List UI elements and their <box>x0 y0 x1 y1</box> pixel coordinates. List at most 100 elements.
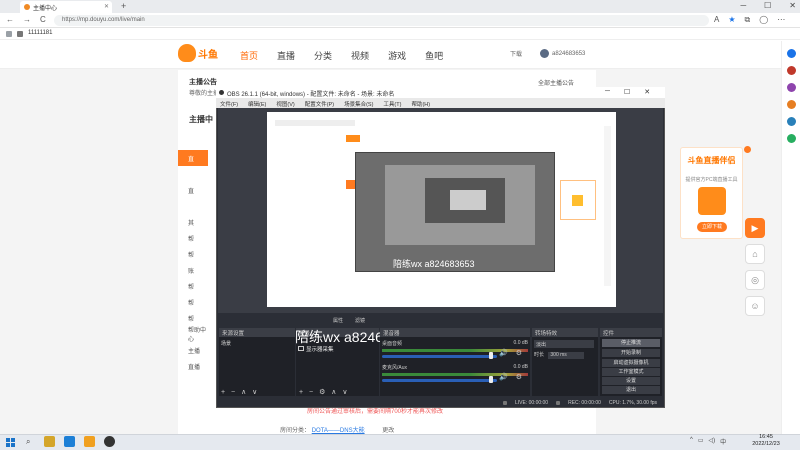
network-icon[interactable]: ▭ <box>698 437 704 446</box>
nav-fishbar[interactable]: 鱼吧 <box>425 49 443 62</box>
maximize-icon[interactable]: ☐ <box>764 1 771 10</box>
nav-home[interactable]: 首页 <box>240 49 258 62</box>
sidebar-item[interactable] <box>178 166 208 182</box>
sidebar-item[interactable]: 直 <box>178 182 208 198</box>
minimize-icon[interactable]: ─ <box>740 1 746 10</box>
sidebar-item[interactable]: 主播 <box>178 342 208 358</box>
speaker-icon[interactable]: 🔊 <box>499 373 508 381</box>
sidebar-item[interactable]: 其 <box>178 214 208 230</box>
studio-mode-button[interactable]: 工作室模式 <box>602 368 660 376</box>
menu-tools[interactable]: 工具(T) <box>383 100 401 108</box>
sidebar-item[interactable] <box>178 198 208 214</box>
office-icon[interactable] <box>786 100 796 109</box>
start-button[interactable] <box>6 438 15 447</box>
menu-scene-collection[interactable]: 场景集合(S) <box>344 100 373 108</box>
stop-streaming-button[interactable]: 停止推流 <box>602 339 660 347</box>
obs-maximize-icon[interactable]: ☐ <box>624 88 630 96</box>
douyu-app-icon[interactable] <box>84 436 95 447</box>
home-icon[interactable]: ⌂ <box>745 244 765 264</box>
sidebar-item[interactable] <box>178 134 208 150</box>
obs-app-icon[interactable] <box>104 436 115 447</box>
games-icon[interactable] <box>786 134 796 143</box>
outlook-icon[interactable] <box>786 117 796 126</box>
sidebar-item[interactable]: 帮助中心 <box>178 326 208 343</box>
reload-icon[interactable]: C <box>40 15 46 24</box>
volume-slider[interactable] <box>382 355 497 358</box>
url-input[interactable]: https://mp.douyu.com/live/main <box>54 15 709 26</box>
start-recording-button[interactable]: 开始录制 <box>602 349 660 357</box>
nav-category[interactable]: 分类 <box>314 49 332 62</box>
nav-video[interactable]: 视频 <box>351 49 369 62</box>
app-icon[interactable]: ◎ <box>745 270 765 290</box>
properties-tab[interactable]: 属性 <box>333 317 343 324</box>
close-tab-icon[interactable]: ✕ <box>104 3 109 10</box>
duration-input[interactable]: 300 ms <box>548 352 585 359</box>
menu-profile[interactable]: 配置文件(P) <box>305 100 334 108</box>
settings-gear-icon[interactable]: ⚙ <box>516 349 522 357</box>
profile-icon[interactable]: ◯ <box>759 15 768 25</box>
scene-item[interactable]: 场景 <box>221 340 231 347</box>
back-icon[interactable]: ← <box>6 15 14 24</box>
volume-icon[interactable]: ◁) <box>709 437 716 446</box>
menu-view[interactable]: 视图(V) <box>276 100 294 108</box>
exit-button[interactable]: 退出 <box>602 386 660 394</box>
collections-icon[interactable]: ⧉ <box>745 15 751 25</box>
edge-icon[interactable] <box>64 436 75 447</box>
bookmark-item[interactable]: 11111181 <box>28 30 52 36</box>
user-menu[interactable]: a824683653 <box>540 49 585 58</box>
all-announcements-link[interactable]: 全部主播公告 <box>538 78 574 87</box>
search-icon[interactable] <box>786 49 796 58</box>
sidebar-item[interactable]: 直播 <box>178 358 208 374</box>
support-icon[interactable]: ☺ <box>745 296 765 316</box>
play-icon[interactable]: ▶ <box>745 218 765 238</box>
favorite-star-icon[interactable]: ★ <box>728 15 735 25</box>
speaker-icon[interactable]: 🔊 <box>499 349 508 357</box>
tools-icon[interactable] <box>786 83 796 92</box>
nav-games[interactable]: 游戏 <box>388 49 406 62</box>
download-link[interactable]: 下载 <box>510 49 522 58</box>
sidebar-item[interactable]: 帮 <box>178 230 208 246</box>
more-icon[interactable]: ⋯ <box>777 15 785 25</box>
menu-edit[interactable]: 编辑(E) <box>248 100 266 108</box>
virtual-camera-button[interactable]: 启动虚拟摄像机 <box>602 359 660 367</box>
filters-tab[interactable]: 滤镜 <box>355 317 365 324</box>
nav-live[interactable]: 直播 <box>277 49 295 62</box>
menu-file[interactable]: 文件(F) <box>220 100 238 108</box>
volume-knob[interactable] <box>489 376 493 383</box>
sidebar-title: 主播中 <box>189 115 213 124</box>
close-promo-icon[interactable] <box>744 146 751 153</box>
scenes-header: 来源设置 <box>219 328 295 337</box>
sidebar-item[interactable]: 帮 <box>178 278 208 294</box>
settings-button[interactable]: 设置 <box>602 377 660 385</box>
volume-knob[interactable] <box>489 352 493 359</box>
browser-tab[interactable]: 主播中心 ✕ <box>20 1 112 13</box>
read-aloud-icon[interactable]: A <box>714 15 719 25</box>
ime-icon[interactable]: 中 <box>720 437 726 446</box>
clock[interactable]: 16:45 2022/12/23 <box>748 434 784 448</box>
promo-download-button[interactable]: 立即下载 <box>697 222 727 232</box>
taskbar-search-icon[interactable]: ⌕ <box>26 437 30 447</box>
obs-close-icon[interactable]: ✕ <box>644 88 650 96</box>
new-tab-icon[interactable]: + <box>121 1 126 11</box>
douyu-logo[interactable]: 斗鱼 <box>178 44 218 62</box>
sidebar-item[interactable]: 帮 <box>178 246 208 262</box>
sidebar-item[interactable]: 账 <box>178 262 208 278</box>
menu-help[interactable]: 帮助(H) <box>411 100 430 108</box>
forward-icon[interactable]: → <box>23 15 31 24</box>
source-toolbar[interactable]: + − ⚙ ∧ ∨ <box>299 388 349 396</box>
settings-gear-icon[interactable]: ⚙ <box>516 373 522 381</box>
sidebar-item[interactable]: 帮 <box>178 294 208 310</box>
volume-slider[interactable] <box>382 379 497 382</box>
bookmark-icon-2[interactable] <box>17 31 23 37</box>
transition-select[interactable]: 淡出 <box>534 340 594 348</box>
shopping-icon[interactable] <box>786 66 796 75</box>
preview-watermark: 陪练wx a824683653 <box>393 259 475 269</box>
scene-toolbar[interactable]: + − ∧ ∨ <box>221 388 259 396</box>
obs-minimize-icon[interactable]: ─ <box>605 88 610 96</box>
bookmark-icon[interactable] <box>6 31 12 37</box>
sidebar-item[interactable]: 帮 <box>178 310 208 326</box>
tray-chevron-icon[interactable]: ^ <box>690 437 693 446</box>
close-window-icon[interactable]: ✕ <box>789 1 796 10</box>
file-explorer-icon[interactable] <box>44 436 55 447</box>
sidebar-item-active[interactable]: 直 <box>178 150 208 166</box>
